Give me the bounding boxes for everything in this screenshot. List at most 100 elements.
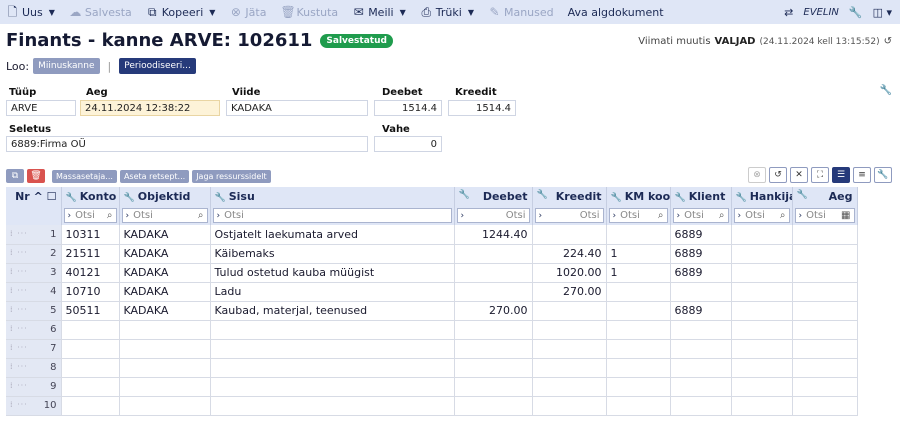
insert-recipe-button[interactable]: Aseta retsept... <box>119 169 190 183</box>
delete-rows-icon[interactable]: 🗑 <box>27 169 45 183</box>
cell-sisu[interactable] <box>210 339 455 359</box>
cell-km[interactable] <box>606 396 671 416</box>
save-button[interactable]: ☁ Salvesta <box>69 5 131 19</box>
drag-handle-icon[interactable]: ⁞ ··· <box>10 400 28 409</box>
cell-klient[interactable] <box>670 358 732 378</box>
table-row[interactable]: ⁞ ··· 2 21511 KADAKA Käibemaks 224.40 1 6889 <box>6 244 858 264</box>
cell-deebet[interactable] <box>454 282 533 302</box>
cell-klient[interactable] <box>670 282 732 302</box>
cell-deebet[interactable] <box>454 396 533 416</box>
cell-empty[interactable] <box>792 225 858 245</box>
wrench-icon[interactable]: 🔧 <box>874 167 892 183</box>
drag-handle-icon[interactable]: ⁞ ··· <box>10 248 28 257</box>
cell-deebet[interactable] <box>454 263 533 283</box>
cell-deebet[interactable] <box>454 377 533 397</box>
periodize-button[interactable]: Perioodiseeri... <box>119 58 196 74</box>
col-kreedit[interactable]: 🔧 Kreedit <box>532 187 607 206</box>
open-source-document-button[interactable]: Ava algdokument <box>568 6 664 19</box>
row-number-cell[interactable]: ⁞ ··· 5 <box>6 301 62 321</box>
drag-handle-icon[interactable]: ⁞ ··· <box>10 229 28 238</box>
row-number-cell[interactable]: ⁞ ··· 2 <box>6 244 62 264</box>
cell-empty[interactable] <box>792 244 858 264</box>
table-row[interactable]: ⁞ ··· 7 <box>6 339 858 359</box>
cell-objektid[interactable] <box>119 339 211 359</box>
table-row[interactable]: ⁞ ··· 5 50511 KADAKA Kaubad, materjal, teenu… <box>6 301 858 321</box>
row-number-cell[interactable]: ⁞ ··· 3 <box>6 263 62 283</box>
user-name[interactable]: EVELIN <box>803 7 838 18</box>
col-konto[interactable]: 🔧 Konto <box>61 187 120 206</box>
clear-filter-icon[interactable]: ⊗ <box>748 167 766 183</box>
type-field[interactable]: ARVE <box>6 100 76 116</box>
copy-rows-icon[interactable]: ⧉ <box>6 169 24 183</box>
drag-handle-icon[interactable]: ⁞ ··· <box>10 381 28 390</box>
cell-empty[interactable] <box>731 225 793 245</box>
cell-objektid[interactable] <box>119 396 211 416</box>
cell-empty[interactable] <box>792 320 858 340</box>
filter-konto[interactable]: › Otsi ⌕ <box>63 208 117 223</box>
compact-view-icon[interactable]: ☰ <box>832 167 850 183</box>
cell-km[interactable] <box>606 282 671 302</box>
cell-kreedit[interactable] <box>532 339 607 359</box>
cell-kreedit[interactable] <box>532 396 607 416</box>
row-number-cell[interactable]: ⁞ ··· 4 <box>6 282 62 302</box>
filter-klient[interactable]: › Otsi ⌕ <box>672 208 729 223</box>
cell-km[interactable] <box>606 358 671 378</box>
cell-empty[interactable] <box>731 396 793 416</box>
explanation-field[interactable]: 6889:Firma OÜ <box>6 136 368 152</box>
cell-empty[interactable] <box>731 263 793 283</box>
layout-icon[interactable]: ◫ ▾ <box>873 6 892 19</box>
drag-handle-icon[interactable]: ⁞ ··· <box>10 324 28 333</box>
cell-km[interactable] <box>606 377 671 397</box>
drag-handle-icon[interactable]: ⁞ ··· <box>10 305 28 314</box>
cell-km[interactable] <box>606 339 671 359</box>
cell-konto[interactable] <box>61 320 120 340</box>
drag-handle-icon[interactable]: ⁞ ··· <box>10 362 28 371</box>
filter-sisu[interactable]: › Otsi <box>212 208 452 223</box>
cell-konto[interactable] <box>61 339 120 359</box>
table-row[interactable]: ⁞ ··· 10 <box>6 396 858 416</box>
cell-klient[interactable] <box>670 377 732 397</box>
cell-konto[interactable]: 50511 <box>61 301 120 321</box>
row-number-cell[interactable]: ⁞ ··· 10 <box>6 396 62 416</box>
mail-button[interactable]: ✉ Meili ▼ <box>352 5 406 19</box>
wrench-icon[interactable]: 🔧 <box>849 6 863 19</box>
cell-deebet[interactable] <box>454 244 533 264</box>
wrench-icon[interactable]: 🔧 <box>124 193 135 203</box>
table-row[interactable]: ⁞ ··· 6 <box>6 320 858 340</box>
cell-klient[interactable] <box>670 320 732 340</box>
row-number-cell[interactable]: ⁞ ··· 8 <box>6 358 62 378</box>
cell-konto[interactable]: 21511 <box>61 244 120 264</box>
filter-objektid[interactable]: › Otsi ⌕ <box>121 208 208 223</box>
cell-sisu[interactable]: Tulud ostetud kauba müügist <box>210 263 455 283</box>
wrench-icon[interactable]: 🔧 <box>675 193 686 203</box>
cell-kreedit[interactable]: 224.40 <box>532 244 607 264</box>
cell-km[interactable]: 1 <box>606 244 671 264</box>
cell-klient[interactable]: 6889 <box>670 263 732 283</box>
cell-deebet[interactable] <box>454 339 533 359</box>
wrench-icon[interactable]: 🔧 <box>611 193 622 203</box>
cell-empty[interactable] <box>792 301 858 321</box>
filter-hankija[interactable]: › Otsi ⌕ <box>733 208 790 223</box>
cell-klient[interactable] <box>670 396 732 416</box>
filter-deebet[interactable]: › Otsi <box>456 208 530 223</box>
cell-kreedit[interactable] <box>532 320 607 340</box>
wrench-icon[interactable]: 🔧 <box>537 190 548 200</box>
cell-konto[interactable] <box>61 396 120 416</box>
table-row[interactable]: ⁞ ··· 3 40121 KADAKA Tulud ostetud kauba müü… <box>6 263 858 283</box>
cell-km[interactable] <box>606 301 671 321</box>
col-hankija[interactable]: 🔧 Hankija <box>731 187 793 206</box>
minus-entry-button[interactable]: Miinuskanne <box>33 58 100 74</box>
cell-deebet[interactable]: 270.00 <box>454 301 533 321</box>
cell-klient[interactable]: 6889 <box>670 225 732 245</box>
cell-objektid[interactable]: KADAKA <box>119 301 211 321</box>
cell-objektid[interactable]: KADAKA <box>119 244 211 264</box>
cell-sisu[interactable]: Ostjatelt laekumata arved <box>210 225 455 245</box>
filter-aeg[interactable]: › Otsi ▦ <box>794 208 855 223</box>
cell-konto[interactable] <box>61 377 120 397</box>
history-icon[interactable]: ↺ <box>884 36 892 47</box>
cell-klient[interactable]: 6889 <box>670 301 732 321</box>
cell-empty[interactable] <box>731 377 793 397</box>
cell-empty[interactable] <box>792 358 858 378</box>
col-nr[interactable]: Nr ^ ☐ <box>6 187 62 206</box>
copy-button[interactable]: ⧉ Kopeeri ▼ <box>146 5 215 19</box>
